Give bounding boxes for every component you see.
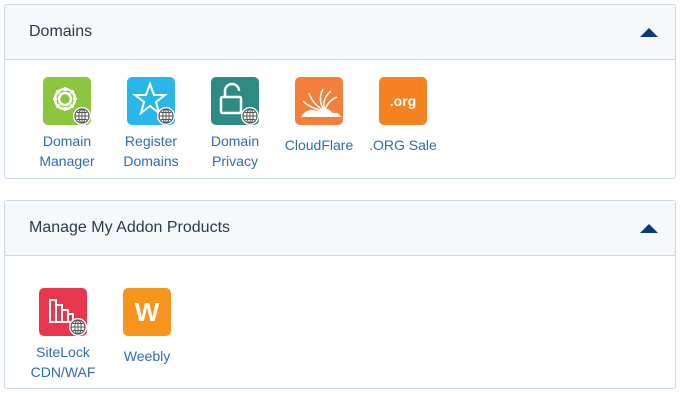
gear-globe-icon xyxy=(43,77,91,125)
app-label-line1: SiteLock xyxy=(36,344,90,360)
app-label-line2: Manager xyxy=(39,153,95,169)
collapse-toggle-button[interactable] xyxy=(639,25,659,39)
app-label: Domain Manager xyxy=(26,131,108,171)
cloudflare-app[interactable]: CloudFlare xyxy=(278,77,360,155)
app-label: .ORG Sale xyxy=(362,135,444,155)
star-globe-icon xyxy=(127,77,175,125)
app-label: CloudFlare xyxy=(278,135,360,155)
app-label: Register Domains xyxy=(110,131,192,171)
app-label-line1: Register xyxy=(124,133,178,149)
globe-icon xyxy=(157,107,175,125)
domain-privacy-app[interactable]: Domain Privacy xyxy=(194,77,276,171)
domains-panel-header[interactable]: Domains xyxy=(5,5,675,60)
org-sale-app[interactable]: .org .ORG Sale xyxy=(362,77,444,155)
globe-icon xyxy=(73,107,91,125)
weebly-icon-text: W xyxy=(134,296,160,327)
app-label-line1: CloudFlare xyxy=(284,137,354,153)
app-label-line1: Domain xyxy=(210,133,260,149)
cloudflare-icon xyxy=(295,77,343,125)
org-icon-text: .org xyxy=(389,93,417,109)
panel-title: Manage My Addon Products xyxy=(29,219,231,236)
sitelock-icon xyxy=(39,288,87,336)
sitelock-app[interactable]: SiteLock CDN/WAF xyxy=(22,288,104,382)
app-label-line2: Privacy xyxy=(212,153,258,169)
chevron-up-icon xyxy=(640,223,658,233)
lock-globe-icon xyxy=(211,77,259,125)
app-label: Domain Privacy xyxy=(194,131,276,171)
register-domains-app[interactable]: Register Domains xyxy=(110,77,192,171)
chevron-up-icon xyxy=(640,27,658,37)
app-label: Weebly xyxy=(106,346,188,366)
addon-products-panel: Manage My Addon Products SiteLock CDN/WA… xyxy=(4,200,676,389)
org-icon: .org xyxy=(379,77,427,125)
panel-title: Domains xyxy=(29,23,93,40)
app-label-line1: Domain xyxy=(42,133,92,149)
weebly-icon: W xyxy=(123,288,171,336)
globe-icon xyxy=(69,318,87,336)
app-label: SiteLock CDN/WAF xyxy=(22,342,104,382)
globe-icon xyxy=(241,107,259,125)
domain-manager-app[interactable]: Domain Manager xyxy=(26,77,108,171)
addon-products-panel-header[interactable]: Manage My Addon Products xyxy=(5,201,675,256)
weebly-app[interactable]: W Weebly xyxy=(106,288,188,366)
app-label-line2: Domains xyxy=(123,153,179,169)
collapse-toggle-button[interactable] xyxy=(639,221,659,235)
app-label-line2: CDN/WAF xyxy=(30,364,96,380)
app-label-line1: Weebly xyxy=(123,348,171,364)
domains-panel: Domains Domain Manager Register Domains … xyxy=(4,4,676,179)
app-label-line1: .ORG Sale xyxy=(369,137,437,153)
